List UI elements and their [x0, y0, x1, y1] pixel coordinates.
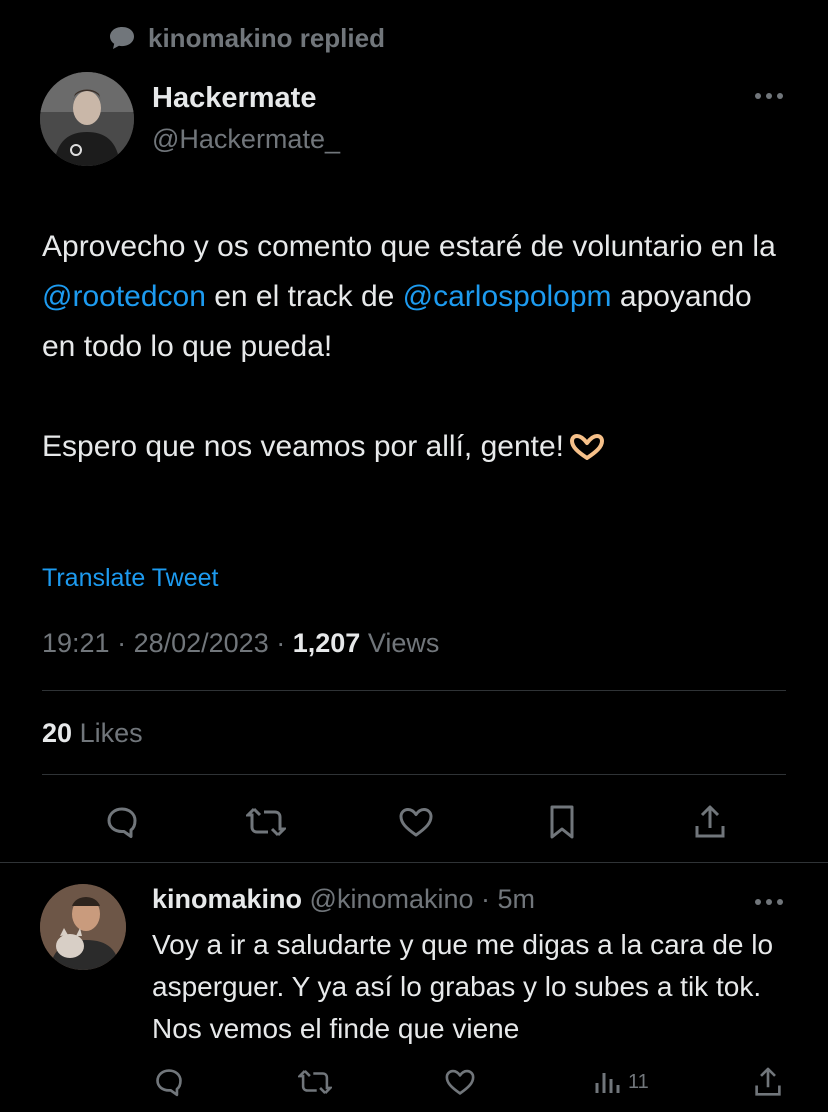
- reply-icon[interactable]: [154, 1062, 184, 1102]
- retweet-icon[interactable]: [244, 800, 288, 844]
- reply-author-name[interactable]: kinomakino: [152, 884, 302, 914]
- reply-avatar[interactable]: [40, 884, 126, 970]
- like-icon[interactable]: [444, 1062, 476, 1102]
- author-name[interactable]: Hackermate: [152, 82, 316, 115]
- likes-count-link[interactable]: 20 Likes: [42, 718, 143, 749]
- views-label: Views: [367, 628, 440, 658]
- share-icon[interactable]: [688, 800, 732, 844]
- tweet-time[interactable]: 19:21: [42, 628, 110, 658]
- heart-hands-emoji-icon: [569, 426, 604, 476]
- divider: [0, 862, 828, 863]
- bookmark-icon[interactable]: [540, 800, 584, 844]
- reply-header: kinomakino @kinomakino · 5m: [152, 884, 536, 914]
- views-chart-icon: [594, 1069, 622, 1095]
- divider: [42, 690, 786, 691]
- likes-count: 20: [42, 718, 73, 748]
- reply-views-count: 11: [628, 1070, 649, 1093]
- translate-tweet-link[interactable]: Translate Tweet: [42, 564, 218, 593]
- tweet-date[interactable]: 28/02/2023: [134, 628, 269, 658]
- author-handle[interactable]: @Hackermate_: [152, 124, 340, 155]
- replied-label: kinomakino replied: [148, 22, 385, 53]
- reply-icon[interactable]: [100, 800, 144, 844]
- tweet-paragraph-2: Espero que nos veamos por allí, gente!: [42, 422, 782, 476]
- mention-link[interactable]: @carlospolopm: [403, 280, 612, 313]
- mention-link[interactable]: @rootedcon: [42, 280, 206, 313]
- views-count: 1,207: [292, 628, 361, 658]
- avatar[interactable]: [40, 72, 134, 166]
- share-icon[interactable]: [754, 1062, 782, 1102]
- tweet-meta: 19:21 · 28/02/2023 · 1,207 Views: [42, 628, 440, 658]
- reply-time[interactable]: 5m: [498, 884, 536, 914]
- replied-header: kinomakino replied: [108, 20, 385, 56]
- more-options-icon[interactable]: [752, 896, 786, 908]
- retweet-icon[interactable]: [298, 1062, 332, 1102]
- reply-text: Voy a ir a saludarte y que me digas a la…: [152, 929, 774, 1044]
- tweet-paragraph-1: Aprovecho y os comento que estaré de vol…: [42, 230, 776, 363]
- likes-label: Likes: [79, 718, 143, 748]
- like-icon[interactable]: [394, 800, 438, 844]
- more-options-icon[interactable]: [752, 90, 786, 102]
- views-button[interactable]: 11: [594, 1062, 649, 1102]
- divider: [42, 774, 786, 775]
- tweet-text: Aprovecho y os comento que estaré de vol…: [42, 222, 782, 526]
- reply-author-handle[interactable]: @kinomakino: [310, 884, 474, 914]
- speech-bubble-icon: [108, 25, 136, 51]
